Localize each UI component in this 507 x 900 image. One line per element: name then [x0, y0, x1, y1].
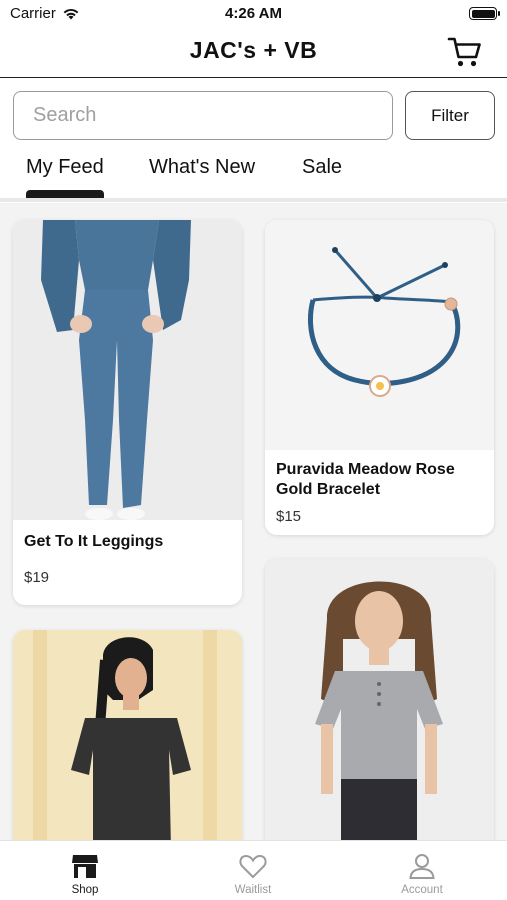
product-card[interactable]	[13, 630, 242, 840]
feed-tabs: My Feed What's New Sale	[0, 148, 507, 203]
battery-icon	[469, 7, 500, 20]
product-image	[265, 559, 494, 840]
product-image	[13, 220, 242, 520]
bottom-tab-bar: Shop Waitlist Account	[0, 840, 507, 900]
navigation-bar: JAC's + VB	[0, 28, 507, 78]
cart-button[interactable]	[445, 34, 485, 70]
product-price: $15	[276, 508, 302, 525]
product-card[interactable]	[265, 559, 494, 840]
product-image	[13, 630, 242, 840]
tab-account[interactable]: Account	[367, 841, 477, 900]
search-input[interactable]	[13, 91, 393, 140]
tab-sale[interactable]: Sale	[302, 156, 342, 179]
tab-label: Shop	[71, 884, 99, 896]
product-feed[interactable]: Get To It Leggings $19 Puravida Meadow R…	[0, 203, 507, 840]
product-title: Get To It Leggings	[24, 533, 164, 550]
tab-label: Account	[401, 884, 443, 896]
search-row: Filter	[13, 91, 495, 141]
active-tab-indicator	[26, 190, 104, 198]
store-icon	[72, 855, 98, 878]
status-bar: Carrier 4:26 AM	[0, 0, 507, 28]
cart-icon	[447, 37, 481, 67]
product-title: Puravida Meadow Rose Gold Bracelet	[276, 461, 455, 498]
tab-waitlist[interactable]: Waitlist	[198, 841, 308, 900]
product-image	[265, 220, 494, 450]
product-card[interactable]: Puravida Meadow Rose Gold Bracelet $15	[265, 220, 494, 535]
tab-shop[interactable]: Shop	[30, 841, 140, 900]
filter-button[interactable]: Filter	[405, 91, 495, 140]
person-icon	[409, 854, 435, 879]
heart-icon	[239, 854, 267, 879]
tab-label: Waitlist	[234, 884, 272, 896]
tab-whats-new[interactable]: What's New	[149, 156, 255, 179]
app-title: JAC's + VB	[189, 37, 318, 63]
product-card[interactable]: Get To It Leggings $19	[13, 220, 242, 605]
tabs-divider	[0, 198, 507, 202]
status-time: 4:26 AM	[225, 5, 282, 22]
tab-my-feed[interactable]: My Feed	[26, 156, 104, 179]
product-price: $19	[24, 569, 50, 586]
